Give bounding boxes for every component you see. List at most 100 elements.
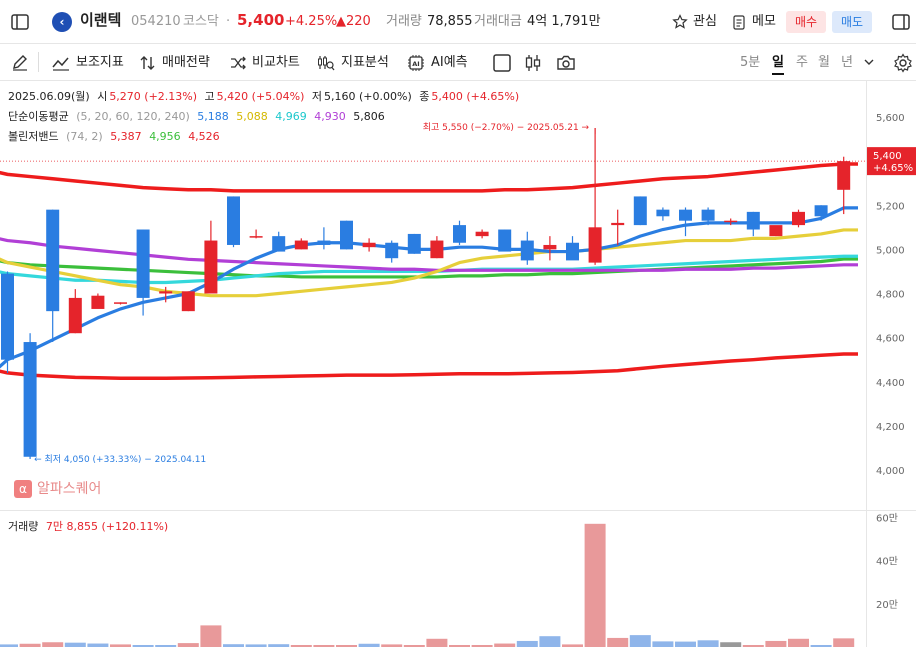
candle-body: [430, 240, 444, 259]
candle-body: [656, 209, 670, 217]
bb-lower-value: 4,526: [188, 130, 220, 143]
ma240-value: 5,806: [353, 110, 385, 123]
alphasquare-icon: α: [14, 480, 32, 498]
gear-icon[interactable]: [893, 53, 913, 73]
candle-body: [701, 209, 715, 221]
volume-label: 거래량: [386, 14, 422, 29]
candle-body: [498, 229, 512, 252]
square-icon[interactable]: [492, 53, 512, 73]
candle-body: [91, 295, 105, 309]
sell-button[interactable]: 매도: [832, 11, 873, 33]
close-value: 5,400 (+4.65%): [431, 90, 520, 103]
sort-arrows-icon: [140, 55, 155, 70]
volume-bar: [720, 642, 742, 647]
volume-panel-label: 거래량: [8, 520, 39, 533]
candle-body: [611, 222, 625, 226]
star-icon[interactable]: [672, 14, 688, 30]
ohlc-date: 2025.06.09(월): [8, 90, 90, 103]
period-5min[interactable]: 5분: [740, 53, 760, 73]
volume-bar: [64, 642, 86, 647]
amount-value: 4억 1,791만: [527, 14, 601, 29]
volume-bar: [177, 643, 199, 647]
candle-body: [566, 242, 579, 261]
candle-body: [385, 242, 399, 259]
candle-body: [453, 225, 466, 243]
bollinger-legend[interactable]: 볼린저밴드 (74, 2) 5,387 4,956 4,526: [8, 130, 224, 144]
ma-legend[interactable]: 단순이동평균 (5, 20, 60, 120, 240) 5,188 5,088…: [8, 110, 389, 124]
indicator-analysis-label: 지표분석: [341, 55, 389, 70]
period-week[interactable]: 주: [796, 53, 808, 73]
moving-average-ma5: [0, 206, 858, 369]
candle-body: [114, 302, 127, 304]
ma120-value: 4,930: [314, 110, 346, 123]
period-day[interactable]: 일: [772, 53, 784, 75]
low-value: 5,160 (+0.00%): [324, 90, 412, 103]
toolbar-divider: [38, 52, 39, 72]
volume-bar: [494, 643, 516, 647]
bb-params: (74, 2): [66, 130, 103, 143]
candle-body: [746, 211, 760, 230]
stock-name[interactable]: 이랜텍: [80, 11, 121, 29]
candle-body: [1, 273, 14, 360]
candle-body: [68, 297, 82, 334]
strategy-button[interactable]: 매매전략: [140, 53, 210, 73]
axis-separator: [866, 81, 867, 647]
buy-button[interactable]: 매수: [786, 11, 827, 33]
memo-button[interactable]: 메모: [752, 13, 776, 31]
candle-body: [340, 220, 353, 250]
ma60-value: 4,969: [275, 110, 307, 123]
bb-label: 볼린저밴드: [8, 130, 59, 143]
panel-divider: [0, 510, 916, 511]
candle-body: [407, 233, 421, 254]
memo-icon[interactable]: [731, 14, 747, 30]
ma20-value: 5,088: [236, 110, 268, 123]
volume-value: 78,855: [427, 14, 473, 29]
candlestick-icon[interactable]: [523, 53, 543, 73]
volume-bar: [788, 638, 809, 647]
bb-mid-value: 4,956: [149, 130, 181, 143]
indicators-button[interactable]: 보조지표: [52, 53, 124, 73]
volume-bar: [629, 635, 651, 647]
stock-code: 054210: [131, 14, 181, 29]
period-year[interactable]: 년: [841, 53, 853, 73]
candle-body: [814, 205, 828, 217]
compare-chart-button[interactable]: 비교차트: [230, 53, 300, 73]
volume-bar: [426, 638, 448, 647]
current-price: 5,400: [237, 11, 285, 29]
volume-bar: [833, 638, 855, 647]
volume-bar: [652, 641, 674, 647]
low-label: 저: [311, 90, 323, 103]
watchlist-button[interactable]: 관심: [693, 13, 717, 31]
price-tick-label: 4,400: [876, 378, 905, 389]
open-value: 5,270 (+2.13%): [109, 90, 198, 103]
shuffle-icon: [231, 56, 246, 69]
sidebar-toggle-icon[interactable]: [10, 12, 30, 32]
candle-body: [227, 196, 240, 245]
volume-bar: [765, 640, 787, 647]
volume-bar: [697, 640, 719, 647]
compare-chart-label: 비교차트: [252, 55, 300, 70]
candle-body: [272, 236, 286, 252]
ma-label: 단순이동평균: [8, 110, 69, 123]
ma-params: (5, 20, 60, 120, 240): [76, 110, 190, 123]
svg-text:AI: AI: [412, 60, 419, 68]
candle-body: [588, 227, 602, 263]
separator-dot: ·: [226, 14, 231, 29]
candle-body: [249, 236, 263, 238]
panel-toggle-icon[interactable]: [891, 12, 911, 32]
ai-forecast-button[interactable]: AI AI예측: [407, 53, 468, 73]
pencil-icon[interactable]: [10, 52, 30, 72]
period-month[interactable]: 월: [818, 53, 830, 73]
candle-body: [543, 244, 557, 250]
chevron-down-icon[interactable]: [862, 55, 876, 69]
price-tick-label: 5,600: [876, 113, 905, 124]
indicator-analysis-button[interactable]: 지표분석: [317, 53, 389, 73]
candle-body: [837, 161, 851, 190]
candle-body: [633, 196, 647, 226]
bb-upper-value: 5,387: [110, 130, 142, 143]
camera-icon[interactable]: [556, 53, 576, 73]
volume-bar: [607, 637, 629, 647]
volume-bar: [584, 523, 606, 647]
high-value: 5,420 (+5.04%): [216, 90, 305, 103]
price-chart[interactable]: 4,000 4,200 4,400 4,600 4,800 5,000 5,200 5,400…: [0, 81, 916, 647]
